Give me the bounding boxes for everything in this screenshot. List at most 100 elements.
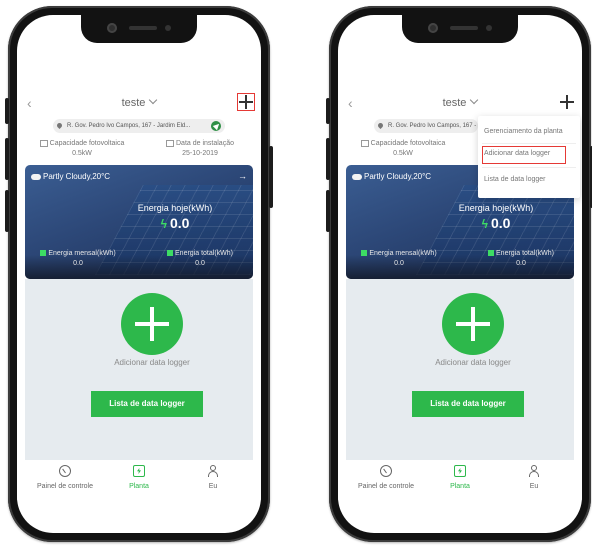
- tab-plant-label: Planta: [450, 483, 470, 490]
- capacity-info: Capacidade fotovoltaica 0.5kW: [27, 139, 137, 159]
- total-energy-value: 0.0: [195, 260, 205, 267]
- screen-left: ‹ teste R. Gov. Pedro Ivo Campos, 167 - …: [17, 15, 261, 533]
- address-text: R. Gov. Pedro Ivo Campos, 167 - Jardim E…: [388, 123, 478, 129]
- weather-text: Partly Cloudy,20°C: [43, 172, 111, 181]
- chevron-down-icon: [470, 95, 479, 105]
- tab-plant[interactable]: Planta: [104, 465, 174, 490]
- volume-down-button: [5, 190, 9, 232]
- plant-info: Capacidade fotovoltaica 0.5kW Data de in…: [17, 139, 261, 161]
- volume-down-button: [326, 190, 330, 232]
- partly-cloudy-icon: [29, 170, 41, 180]
- dashboard-icon: [380, 465, 392, 477]
- monthly-energy-value: 0.0: [73, 260, 83, 267]
- address-pill[interactable]: R. Gov. Pedro Ivo Campos, 167 - Jardim E…: [374, 119, 478, 133]
- monthly-energy-label: Energia mensal(kWh): [369, 250, 437, 257]
- add-data-logger-button[interactable]: [121, 293, 183, 355]
- navigation-icon[interactable]: [211, 121, 221, 131]
- menu-item-label: Lista de data logger: [484, 176, 546, 183]
- menu-item-label: Gerenciamento da planta: [484, 128, 563, 135]
- dashboard-icon: [59, 465, 71, 477]
- header: ‹ teste: [17, 93, 261, 115]
- add-menu: Gerenciamento da planta Adicionar data l…: [478, 116, 580, 198]
- capacity-value: 0.5kW: [393, 150, 413, 157]
- total-energy-label: Energia total(kWh): [496, 250, 554, 257]
- total-icon: [167, 250, 174, 257]
- volume-up-button: [326, 138, 330, 180]
- notch: [402, 15, 518, 43]
- total-energy: Energia total(kWh) 0.0: [155, 249, 245, 269]
- weather: Partly Cloudy,20°C: [350, 170, 432, 183]
- plant-selector[interactable]: teste: [17, 95, 261, 109]
- today-energy: ϟ 0.0: [25, 215, 253, 231]
- chevron-down-icon: [149, 95, 158, 105]
- tab-dashboard[interactable]: Painel de controle: [30, 465, 100, 490]
- mute-switch: [5, 98, 9, 124]
- install-date-info: Data de instalação 25-10-2019: [149, 139, 251, 159]
- plant-title: teste: [121, 97, 146, 109]
- add-data-logger-button[interactable]: [442, 293, 504, 355]
- plant-icon: [454, 465, 466, 477]
- location-pin-icon: [376, 121, 385, 130]
- menu-item-label: Adicionar data logger: [484, 150, 551, 157]
- tab-me-label: Eu: [529, 483, 539, 490]
- address-pill[interactable]: R. Gov. Pedro Ivo Campos, 167 - Jardim E…: [53, 119, 225, 133]
- monthly-icon: [40, 250, 47, 257]
- today-energy: ϟ 0.0: [346, 215, 574, 231]
- partly-cloudy-icon: [350, 170, 362, 180]
- weather: Partly Cloudy,20°C: [29, 170, 111, 183]
- monthly-energy-label: Energia mensal(kWh): [48, 250, 116, 257]
- monthly-energy: Energia mensal(kWh) 0.0: [354, 249, 444, 269]
- capacity-value: 0.5kW: [72, 150, 92, 157]
- total-icon: [488, 250, 495, 257]
- tab-plant-label: Planta: [129, 483, 149, 490]
- total-energy-label: Energia total(kWh): [175, 250, 233, 257]
- arrow-right-icon[interactable]: →: [238, 171, 247, 181]
- menu-item-add-data-logger[interactable]: Adicionar data logger: [478, 146, 580, 164]
- today-energy-value: 0.0: [490, 215, 511, 231]
- tab-me[interactable]: Eu: [178, 465, 248, 490]
- tab-bar: Painel de controle Planta Eu: [17, 460, 261, 500]
- add-icon[interactable]: [237, 93, 255, 111]
- bolt-icon: ϟ: [160, 217, 167, 231]
- plant-selector[interactable]: teste: [338, 95, 582, 109]
- energy-card: Partly Cloudy,20°C → Energia hoje(kWh) ϟ…: [25, 165, 253, 279]
- data-logger-list-button[interactable]: Lista de data logger: [91, 391, 203, 417]
- menu-item-plant-management[interactable]: Gerenciamento da planta: [478, 124, 580, 140]
- calendar-icon: [166, 139, 174, 147]
- volume-up-button: [5, 138, 9, 180]
- monthly-energy: Energia mensal(kWh) 0.0: [33, 249, 123, 269]
- today-energy-value: 0.0: [169, 215, 190, 231]
- plant-title: teste: [442, 97, 467, 109]
- tab-me-label: Eu: [208, 483, 218, 490]
- today-energy-label: Energia hoje(kWh): [458, 203, 534, 213]
- add-data-logger-label: Adicionar data logger: [435, 358, 511, 367]
- notch: [81, 15, 197, 43]
- tab-dashboard-label: Painel de controle: [357, 483, 415, 490]
- tab-plant[interactable]: Planta: [425, 465, 495, 490]
- power-button: [269, 146, 273, 208]
- panel-icon: [360, 139, 369, 147]
- location-pin-icon: [55, 121, 64, 130]
- today-energy-label: Energia hoje(kWh): [137, 203, 213, 213]
- tab-dashboard-label: Painel de controle: [36, 483, 94, 490]
- tab-bar: Painel de controle Planta Eu: [338, 460, 582, 500]
- mute-switch: [326, 98, 330, 124]
- plant-icon: [133, 465, 145, 477]
- weather-text: Partly Cloudy,20°C: [364, 172, 432, 181]
- tab-me[interactable]: Eu: [499, 465, 569, 490]
- phone-frame-left: ‹ teste R. Gov. Pedro Ivo Campos, 167 - …: [5, 6, 273, 542]
- panel-icon: [39, 139, 48, 147]
- add-icon[interactable]: [558, 93, 576, 111]
- address-text: R. Gov. Pedro Ivo Campos, 167 - Jardim E…: [67, 123, 191, 129]
- capacity-label: Capacidade fotovoltaica: [370, 140, 446, 147]
- install-value: 25-10-2019: [182, 150, 218, 157]
- menu-item-data-logger-list[interactable]: Lista de data logger: [478, 172, 580, 188]
- data-logger-list-button[interactable]: Lista de data logger: [412, 391, 524, 417]
- capacity-info: Capacidade fotovoltaica 0.5kW: [348, 139, 458, 159]
- phone-frame-right: ‹ teste R. Gov. Pedro Ivo Campos, 167 - …: [326, 6, 592, 542]
- capacity-label: Capacidade fotovoltaica: [49, 140, 125, 147]
- monthly-energy-value: 0.0: [394, 260, 404, 267]
- bolt-icon: ϟ: [481, 217, 488, 231]
- add-data-logger-label: Adicionar data logger: [114, 358, 190, 367]
- tab-dashboard[interactable]: Painel de controle: [351, 465, 421, 490]
